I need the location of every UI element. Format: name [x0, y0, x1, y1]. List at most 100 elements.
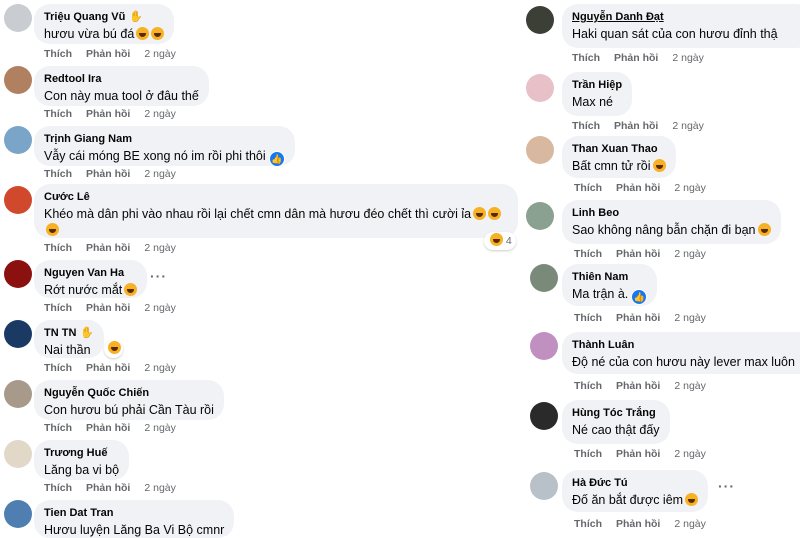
comment-time[interactable]: 2 ngày	[672, 120, 704, 132]
commenter-name[interactable]: Thiên Nam	[572, 270, 647, 284]
commenter-name[interactable]: TN TN ✋	[44, 326, 94, 340]
comment-time[interactable]: 2 ngày	[674, 312, 706, 324]
like-link[interactable]: Thích	[574, 380, 602, 392]
reply-link[interactable]: Phản hồi	[616, 312, 660, 324]
reply-link[interactable]: Phản hồi	[616, 182, 660, 194]
reply-link[interactable]: Phản hồi	[86, 168, 130, 180]
reply-link[interactable]: Phản hồi	[616, 380, 660, 392]
commenter-name[interactable]: Trương Huế	[44, 446, 119, 460]
comment-time[interactable]: 2 ngày	[144, 242, 176, 254]
commenter-name[interactable]: Nguyễn Danh Đạt	[572, 10, 800, 24]
avatar[interactable]	[4, 500, 32, 528]
avatar[interactable]	[530, 332, 558, 360]
comment-time[interactable]: 2 ngày	[144, 482, 176, 494]
avatar[interactable]	[4, 440, 32, 468]
comment-time[interactable]: 2 ngày	[674, 380, 706, 392]
comment-time[interactable]: 2 ngày	[674, 182, 706, 194]
comment-bubble: Triệu Quang Vũ ✋ hươu vừa bú đá	[34, 4, 175, 44]
commenter-name[interactable]: Triệu Quang Vũ ✋	[44, 10, 164, 24]
like-reaction-icon[interactable]: 👍	[268, 151, 285, 167]
commenter-name[interactable]: Hà Đức Tú	[572, 476, 698, 490]
comment-time[interactable]: 2 ngày	[674, 448, 706, 460]
like-link[interactable]: Thích	[574, 448, 602, 460]
comment-text: Hươu luyện Lăng Ba Vi Bộ cmnr	[44, 523, 225, 537]
avatar[interactable]	[4, 66, 32, 94]
avatar[interactable]	[530, 264, 558, 292]
avatar[interactable]	[4, 186, 32, 214]
like-link[interactable]: Thích	[44, 108, 72, 120]
comment-time[interactable]: 2 ngày	[144, 48, 176, 60]
like-link[interactable]: Thích	[574, 248, 602, 260]
commenter-name[interactable]: Cước Lê	[44, 190, 508, 204]
comment-bubble: Trần Hiệp Max né	[562, 72, 633, 116]
like-link[interactable]: Thích	[44, 48, 72, 60]
reply-link[interactable]: Phản hồi	[614, 52, 658, 64]
comment-time[interactable]: 2 ngày	[144, 422, 176, 434]
commenter-name[interactable]: Trần Hiệp	[572, 78, 622, 92]
like-link[interactable]: Thích	[44, 482, 72, 494]
avatar[interactable]	[526, 6, 554, 34]
reply-link[interactable]: Phản hồi	[614, 120, 658, 132]
like-link[interactable]: Thích	[44, 422, 72, 434]
comment-time[interactable]: 2 ngày	[674, 248, 706, 260]
reply-link[interactable]: Phản hồi	[616, 448, 660, 460]
comment-time[interactable]: 2 ngày	[144, 108, 176, 120]
comment-time[interactable]: 2 ngày	[144, 362, 176, 374]
comment-time[interactable]: 2 ngày	[674, 518, 706, 530]
comment-time[interactable]: 2 ngày	[672, 52, 704, 64]
comment-bubble: Nguyen Van Ha Rớt nước mắt	[34, 260, 148, 298]
like-link[interactable]: Thích	[44, 168, 72, 180]
commenter-name[interactable]: Redtool Ira	[44, 72, 199, 86]
avatar[interactable]	[526, 202, 554, 230]
wave-icon: ✋	[80, 327, 95, 339]
commenter-name[interactable]: Trịnh Giang Nam	[44, 132, 285, 146]
like-link[interactable]: Thích	[44, 362, 72, 374]
commenter-name[interactable]: Nguyen Van Ha	[44, 266, 137, 280]
laughing-emoji-icon	[124, 283, 138, 296]
comment-actions: Thích Phản hồi 2 ngày	[574, 312, 706, 324]
avatar[interactable]	[530, 472, 558, 500]
commenter-name[interactable]: Hùng Tóc Trắng	[572, 406, 660, 420]
comment-time[interactable]: 2 ngày	[144, 302, 176, 314]
like-link[interactable]: Thích	[574, 312, 602, 324]
avatar[interactable]	[4, 380, 32, 408]
avatar[interactable]	[4, 320, 32, 348]
like-link[interactable]: Thích	[572, 52, 600, 64]
reaction-badge[interactable]	[104, 340, 123, 358]
like-link[interactable]: Thích	[574, 182, 602, 194]
commenter-name[interactable]: Nguyễn Quốc Chiến	[44, 386, 214, 400]
avatar[interactable]	[530, 402, 558, 430]
comment-text: Rớt nước mắt	[44, 282, 138, 298]
avatar[interactable]	[4, 126, 32, 154]
avatar[interactable]	[526, 74, 554, 102]
like-link[interactable]: Thích	[44, 302, 72, 314]
avatar[interactable]	[526, 136, 554, 164]
reply-link[interactable]: Phản hồi	[86, 48, 130, 60]
comment-time[interactable]: 2 ngày	[144, 168, 176, 180]
reply-link[interactable]: Phản hồi	[86, 362, 130, 374]
more-options-icon[interactable]: ···	[150, 268, 167, 284]
comment-bubble: Tien Dat Tran Hươu luyện Lăng Ba Vi Bộ c…	[34, 500, 235, 538]
like-reaction-icon[interactable]: 👍	[631, 289, 648, 305]
reaction-count-badge[interactable]: 4	[484, 232, 516, 250]
reply-link[interactable]: Phản hồi	[86, 242, 130, 254]
reply-link[interactable]: Phản hồi	[86, 302, 130, 314]
like-link[interactable]: Thích	[44, 242, 72, 254]
like-link[interactable]: Thích	[572, 120, 600, 132]
commenter-name[interactable]: Linh Beo	[572, 206, 771, 220]
commenter-name[interactable]: Tien Dat Tran	[44, 506, 224, 520]
reply-link[interactable]: Phản hồi	[616, 248, 660, 260]
avatar[interactable]	[4, 4, 32, 32]
comment-bubble: Nguyễn Quốc Chiến Con hươu bú phải Cần T…	[34, 380, 224, 420]
like-link[interactable]: Thích	[574, 518, 602, 530]
laughing-emoji-icon	[490, 233, 503, 246]
reply-link[interactable]: Phản hồi	[616, 518, 660, 530]
commenter-name[interactable]: Thành Luân	[572, 338, 800, 352]
reply-link[interactable]: Phản hồi	[86, 108, 130, 120]
avatar[interactable]	[4, 260, 32, 288]
reply-link[interactable]: Phản hồi	[86, 422, 130, 434]
reply-link[interactable]: Phản hồi	[86, 482, 130, 494]
comment-bubble: Hùng Tóc Trắng Né cao thật đấy	[562, 400, 670, 444]
commenter-name[interactable]: Than Xuan Thao	[572, 142, 666, 156]
more-options-icon[interactable]: ···	[718, 478, 735, 494]
